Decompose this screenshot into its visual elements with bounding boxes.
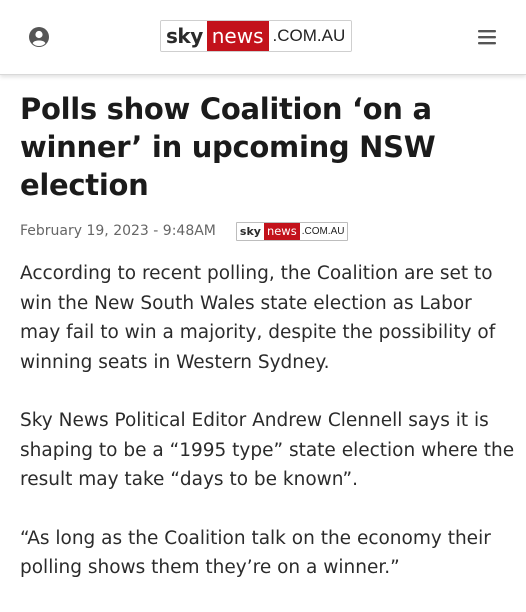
- source-logo: sky news .COM.AU: [235, 221, 349, 241]
- article-meta: February 19, 2023 - 9:48AM sky news .COM…: [20, 221, 349, 241]
- user-icon[interactable]: [28, 26, 50, 48]
- sky-news-logo[interactable]: sky news .COM.AU: [160, 20, 353, 52]
- logo-domain-text: .COM.AU: [268, 21, 352, 51]
- logo-sky-text: sky: [161, 21, 207, 51]
- source-logo-domain-text: .COM.AU: [301, 225, 345, 237]
- article-title: Polls show Coalition ‘on a winner’ in up…: [20, 92, 436, 202]
- logo-news-text: news: [206, 21, 269, 51]
- article-paragraph: Sky News Political Editor Andrew Clennel…: [20, 410, 515, 490]
- article-paragraph: According to recent polling, the Coaliti…: [20, 263, 496, 373]
- source-logo-sky-text: sky: [239, 224, 261, 238]
- menu-icon[interactable]: [476, 27, 498, 47]
- publish-date: February 19, 2023 - 9:48AM: [20, 223, 216, 239]
- source-logo-news-text: news: [263, 222, 300, 240]
- article-body: According to recent polling, the Coaliti…: [20, 259, 516, 612]
- top-header: sky news .COM.AU: [0, 0, 526, 75]
- article-paragraph: “As long as the Coalition talk on the ec…: [20, 527, 491, 579]
